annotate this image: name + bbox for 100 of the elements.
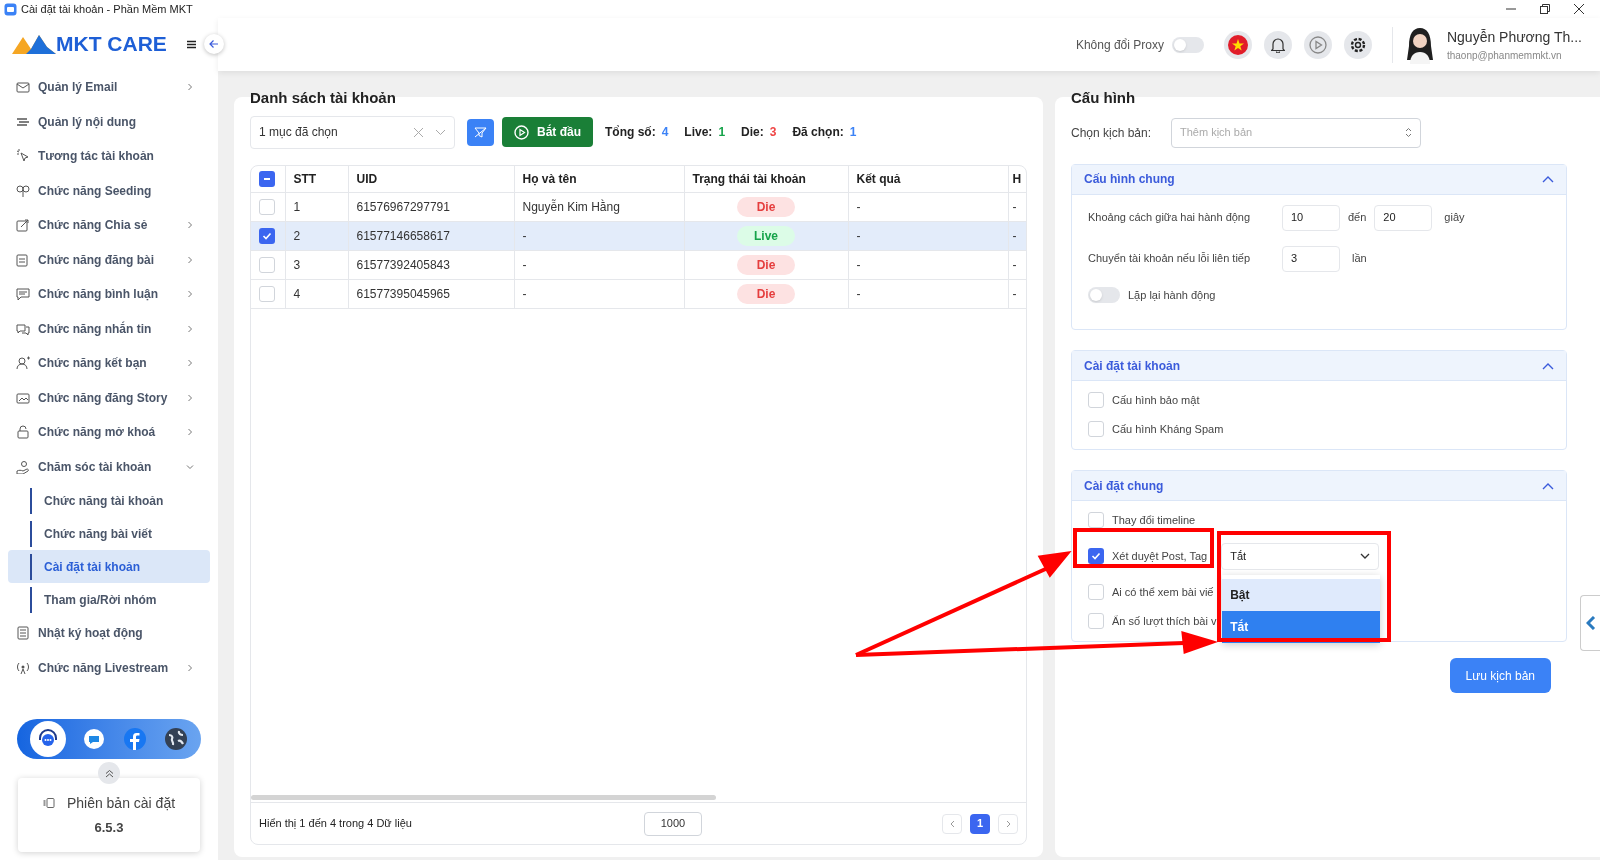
column-header: STT: [293, 171, 317, 186]
sidebar-item[interactable]: Chức năng Livestream: [8, 650, 210, 685]
sidebar-item[interactable]: Tương tác tài khoản: [8, 139, 210, 174]
column-header: UID: [356, 171, 378, 186]
submenu-item[interactable]: Tham gia/Rời nhóm: [30, 586, 157, 613]
user-name: Nguyễn Phương Th...: [1446, 27, 1582, 47]
section-header[interactable]: Cấu hình chung: [1072, 164, 1566, 195]
table-cell: 2: [285, 221, 348, 251]
chevron-down-icon: [435, 128, 446, 136]
panel-title: Danh sách tài khoản: [250, 88, 397, 108]
sidebar-item[interactable]: Chăm sóc tài khoản: [8, 449, 210, 484]
column-header: Kết quả: [856, 171, 901, 186]
notification-icon[interactable]: [1263, 30, 1292, 59]
sidebar-item[interactable]: Quản lý nội dung: [8, 104, 210, 139]
sidebar-item[interactable]: Chức năng nhắn tin: [8, 311, 210, 346]
input-field[interactable]: 10: [1282, 204, 1340, 231]
checkbox[interactable]: [1088, 584, 1104, 600]
play-icon[interactable]: [1303, 30, 1332, 59]
checkbox[interactable]: [259, 199, 275, 215]
chevron-left-icon: [949, 819, 955, 828]
section-header[interactable]: Cài đặt tài khoản: [1072, 351, 1566, 381]
row-select-cell[interactable]: [251, 192, 285, 222]
table-cell: -: [848, 221, 1008, 251]
field-label: Khoảng cách giữa hai hành động: [1087, 210, 1252, 226]
checkbox[interactable]: [259, 170, 275, 187]
scrollbar[interactable]: [251, 795, 716, 800]
page-button[interactable]: 1: [970, 813, 990, 834]
checkbox[interactable]: [1088, 512, 1104, 528]
sidebar-item[interactable]: Chức năng mở khoá: [8, 415, 210, 450]
expand-button[interactable]: [98, 762, 120, 784]
table-summary: Hiển thị 1 đến 4 trong 4 Dữ liệu: [259, 816, 413, 832]
clear-icon[interactable]: [414, 127, 423, 137]
field-label: đến: [1348, 210, 1367, 226]
side-tab[interactable]: [1580, 595, 1600, 651]
version-number: 6.5.3: [94, 818, 124, 837]
sidebar-item[interactable]: Chức năng đăng Story: [8, 380, 210, 415]
unit-label: lần: [1352, 251, 1367, 267]
filter-button[interactable]: [467, 118, 494, 146]
stat-value: 3: [769, 124, 777, 141]
sidebar-item[interactable]: Chức năng kết bạn: [8, 346, 210, 381]
chevron-left-icon: [1585, 616, 1596, 630]
submenu-item[interactable]: Chức năng tài khoản: [30, 487, 164, 514]
section-title: Cài đặt chung: [1084, 477, 1165, 495]
sidebar-item[interactable]: Chức năng bình luận: [8, 277, 210, 312]
input-field[interactable]: 3: [1282, 245, 1340, 272]
version-label: Phiên bản cài đặt: [66, 793, 176, 813]
checkbox[interactable]: [259, 286, 275, 302]
sidebar-item[interactable]: Chức năng Seeding: [8, 173, 210, 208]
dropdown-option[interactable]: Bật: [1222, 578, 1381, 611]
sidebar-item[interactable]: Chức năng Chia sẻ: [8, 208, 210, 243]
unit-label: giây: [1444, 210, 1465, 226]
checkbox[interactable]: [1088, 548, 1104, 564]
checkbox[interactable]: [1088, 613, 1104, 629]
sidebar-item[interactable]: Nhật ký hoạt động: [8, 616, 210, 651]
menu-icon[interactable]: [186, 39, 196, 49]
logo-text: MKT CARE: [56, 31, 167, 58]
close-icon[interactable]: [1574, 4, 1584, 14]
column-header: H: [1012, 171, 1022, 186]
table-cell: 1: [285, 192, 348, 222]
page-size-field[interactable]: 1000: [644, 811, 702, 836]
section-header[interactable]: Cài đặt chung: [1072, 471, 1566, 501]
window-title: Cài đặt tài khoản - Phần Mềm MKT: [21, 1, 193, 17]
settings-icon[interactable]: [1343, 30, 1372, 59]
submenu-item[interactable]: Chức năng bài viết: [30, 520, 153, 547]
row-select-cell[interactable]: [251, 279, 285, 309]
table-cell: 61577146658617: [348, 221, 514, 251]
play-icon: [514, 124, 529, 140]
chevron-down-icon: [1360, 553, 1371, 559]
table-cell: -: [848, 192, 1008, 222]
flag-icon[interactable]: [1223, 30, 1252, 59]
save-button[interactable]: Lưu kịch bản: [1449, 658, 1551, 693]
sidebar-item[interactable]: Chức năng đăng bài: [8, 242, 210, 277]
toggle-switch[interactable]: [1088, 286, 1120, 303]
envelope-icon: [16, 80, 30, 95]
input-field[interactable]: 20: [1374, 204, 1433, 231]
status-badge: Live: [737, 226, 795, 246]
checkbox[interactable]: [1088, 421, 1104, 437]
sidebar-item[interactable]: Quản lý Email: [8, 70, 210, 105]
row-select-cell[interactable]: [251, 221, 285, 251]
double-chevron-up-icon: [104, 768, 114, 778]
start-button[interactable]: Bắt đầu: [502, 117, 593, 147]
chat-icon[interactable]: [83, 728, 106, 750]
checkbox-label: Cấu hình Kháng Spam: [1112, 421, 1224, 437]
table-cell: -: [1008, 192, 1026, 222]
support-icon[interactable]: [29, 721, 66, 757]
row-select-cell[interactable]: [251, 250, 285, 280]
checkbox[interactable]: [1088, 392, 1104, 408]
checkbox[interactable]: [259, 257, 275, 273]
proxy-toggle[interactable]: [1171, 36, 1204, 53]
table-cell: -: [848, 250, 1008, 280]
device-icon: [42, 798, 55, 809]
checkbox[interactable]: [259, 228, 275, 244]
avatar: [1404, 25, 1435, 64]
restore-icon[interactable]: [1540, 4, 1550, 14]
account-select[interactable]: 1 mục đã chọn: [250, 115, 455, 149]
stat-label: Live:: [684, 124, 713, 141]
field-label: Chọn kịch bản:: [1071, 124, 1153, 142]
facebook-icon[interactable]: [122, 727, 147, 751]
globe-icon[interactable]: [164, 727, 189, 751]
checkbox-label: Ai có thể xem bài viế: [1112, 584, 1214, 600]
